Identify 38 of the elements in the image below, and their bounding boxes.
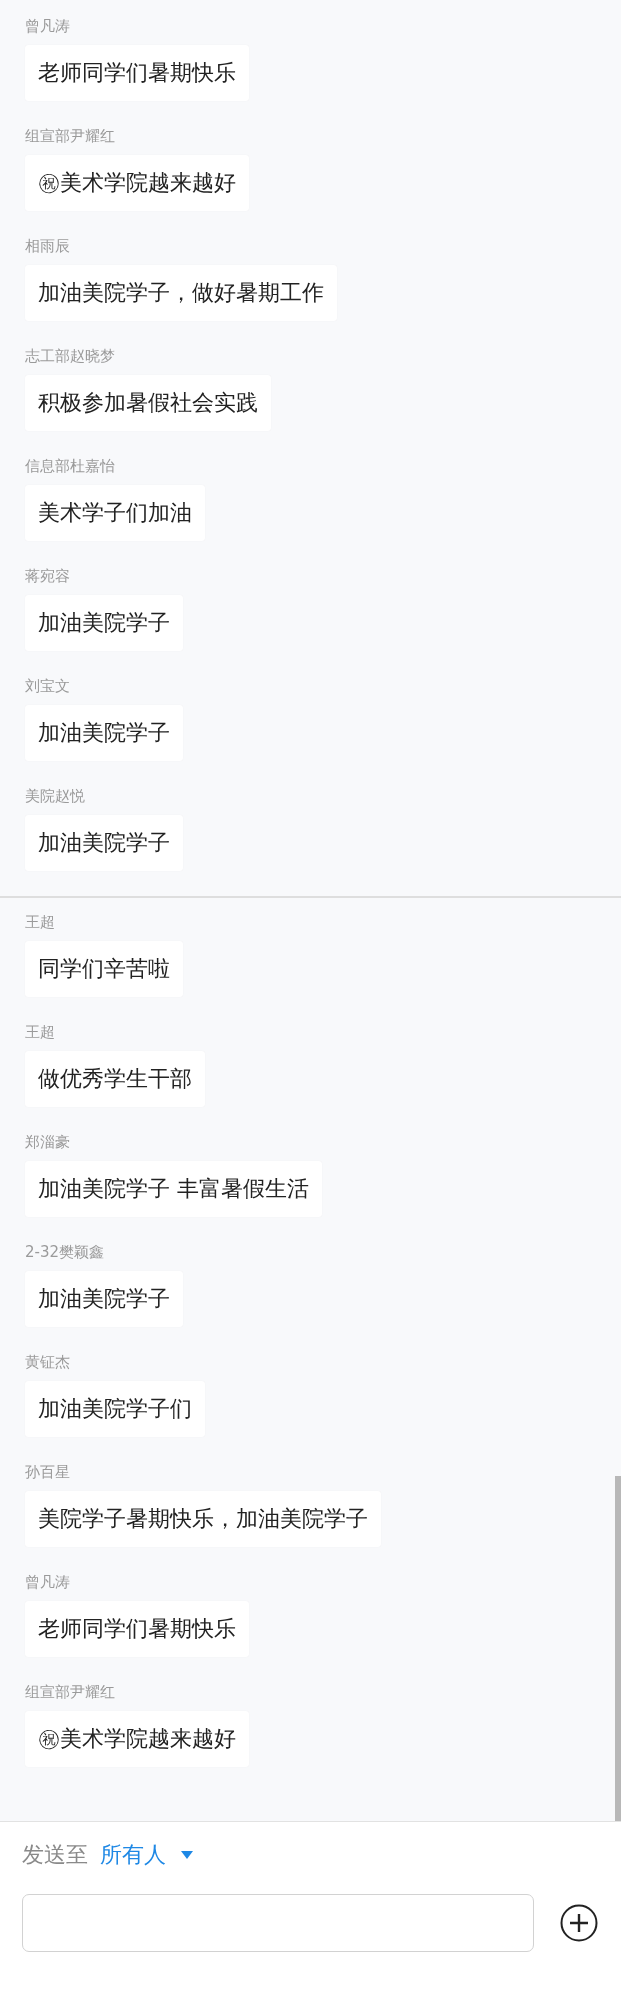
message-bubble: ㊗美术学院越来越好 [25, 1711, 249, 1767]
sender-name: 刘宝文 [25, 676, 71, 696]
message-bubble: 加油美院学子 [25, 1271, 183, 1327]
recipient-dropdown[interactable]: 所有人 [100, 1840, 194, 1870]
message-bubble: 积极参加暑假社会实践 [25, 375, 271, 431]
sender-name: 蒋宛容 [25, 566, 71, 586]
message-input[interactable] [22, 1894, 534, 1952]
sender-name: 郑淄豪 [25, 1132, 71, 1152]
caret-icon [180, 1850, 194, 1860]
message-bubble: 加油美院学子们 [25, 1381, 205, 1437]
sender-name: 孙百星 [25, 1462, 71, 1482]
message-bubble: 加油美院学子 丰富暑假生活 [25, 1161, 322, 1217]
message-bubble: 加油美院学子，做好暑期工作 [25, 265, 337, 321]
sender-name: 2-32樊颖鑫 [25, 1242, 106, 1262]
sender-name: 曾凡涛 [25, 1572, 71, 1592]
message-bubble: 老师同学们暑期快乐 [25, 1601, 249, 1657]
sender-name: 黄钲杰 [25, 1352, 71, 1372]
sender-name: 志工部赵晓梦 [25, 346, 116, 366]
message-bubble: 加油美院学子 [25, 815, 183, 871]
sender-name: 信息部杜嘉怡 [25, 456, 116, 476]
sender-name: 美院赵悦 [25, 786, 86, 806]
message-bubble: 同学们辛苦啦 [25, 941, 183, 997]
sender-name: 王超 [25, 1022, 56, 1042]
add-icon[interactable] [560, 1904, 598, 1942]
sender-name: 曾凡涛 [25, 16, 71, 36]
message-bubble: 做优秀学生干部 [25, 1051, 205, 1107]
sender-name: 王超 [25, 912, 56, 932]
sender-name: 组宣部尹耀红 [25, 126, 116, 146]
message-bubble: 加油美院学子 [25, 595, 183, 651]
message-bubble: 美术学子们加油 [25, 485, 205, 541]
message-bubble: 老师同学们暑期快乐 [25, 45, 249, 101]
message-bubble: 加油美院学子 [25, 705, 183, 761]
sender-name: 组宣部尹耀红 [25, 1682, 116, 1702]
send-to-label: 发送至 [22, 1841, 88, 1869]
sender-name: 相雨辰 [25, 236, 71, 256]
message-bubble: ㊗美术学院越来越好 [25, 155, 249, 211]
scrollbar[interactable] [615, 1476, 621, 1821]
message-bubble: 美院学子暑期快乐，加油美院学子 [25, 1491, 381, 1547]
